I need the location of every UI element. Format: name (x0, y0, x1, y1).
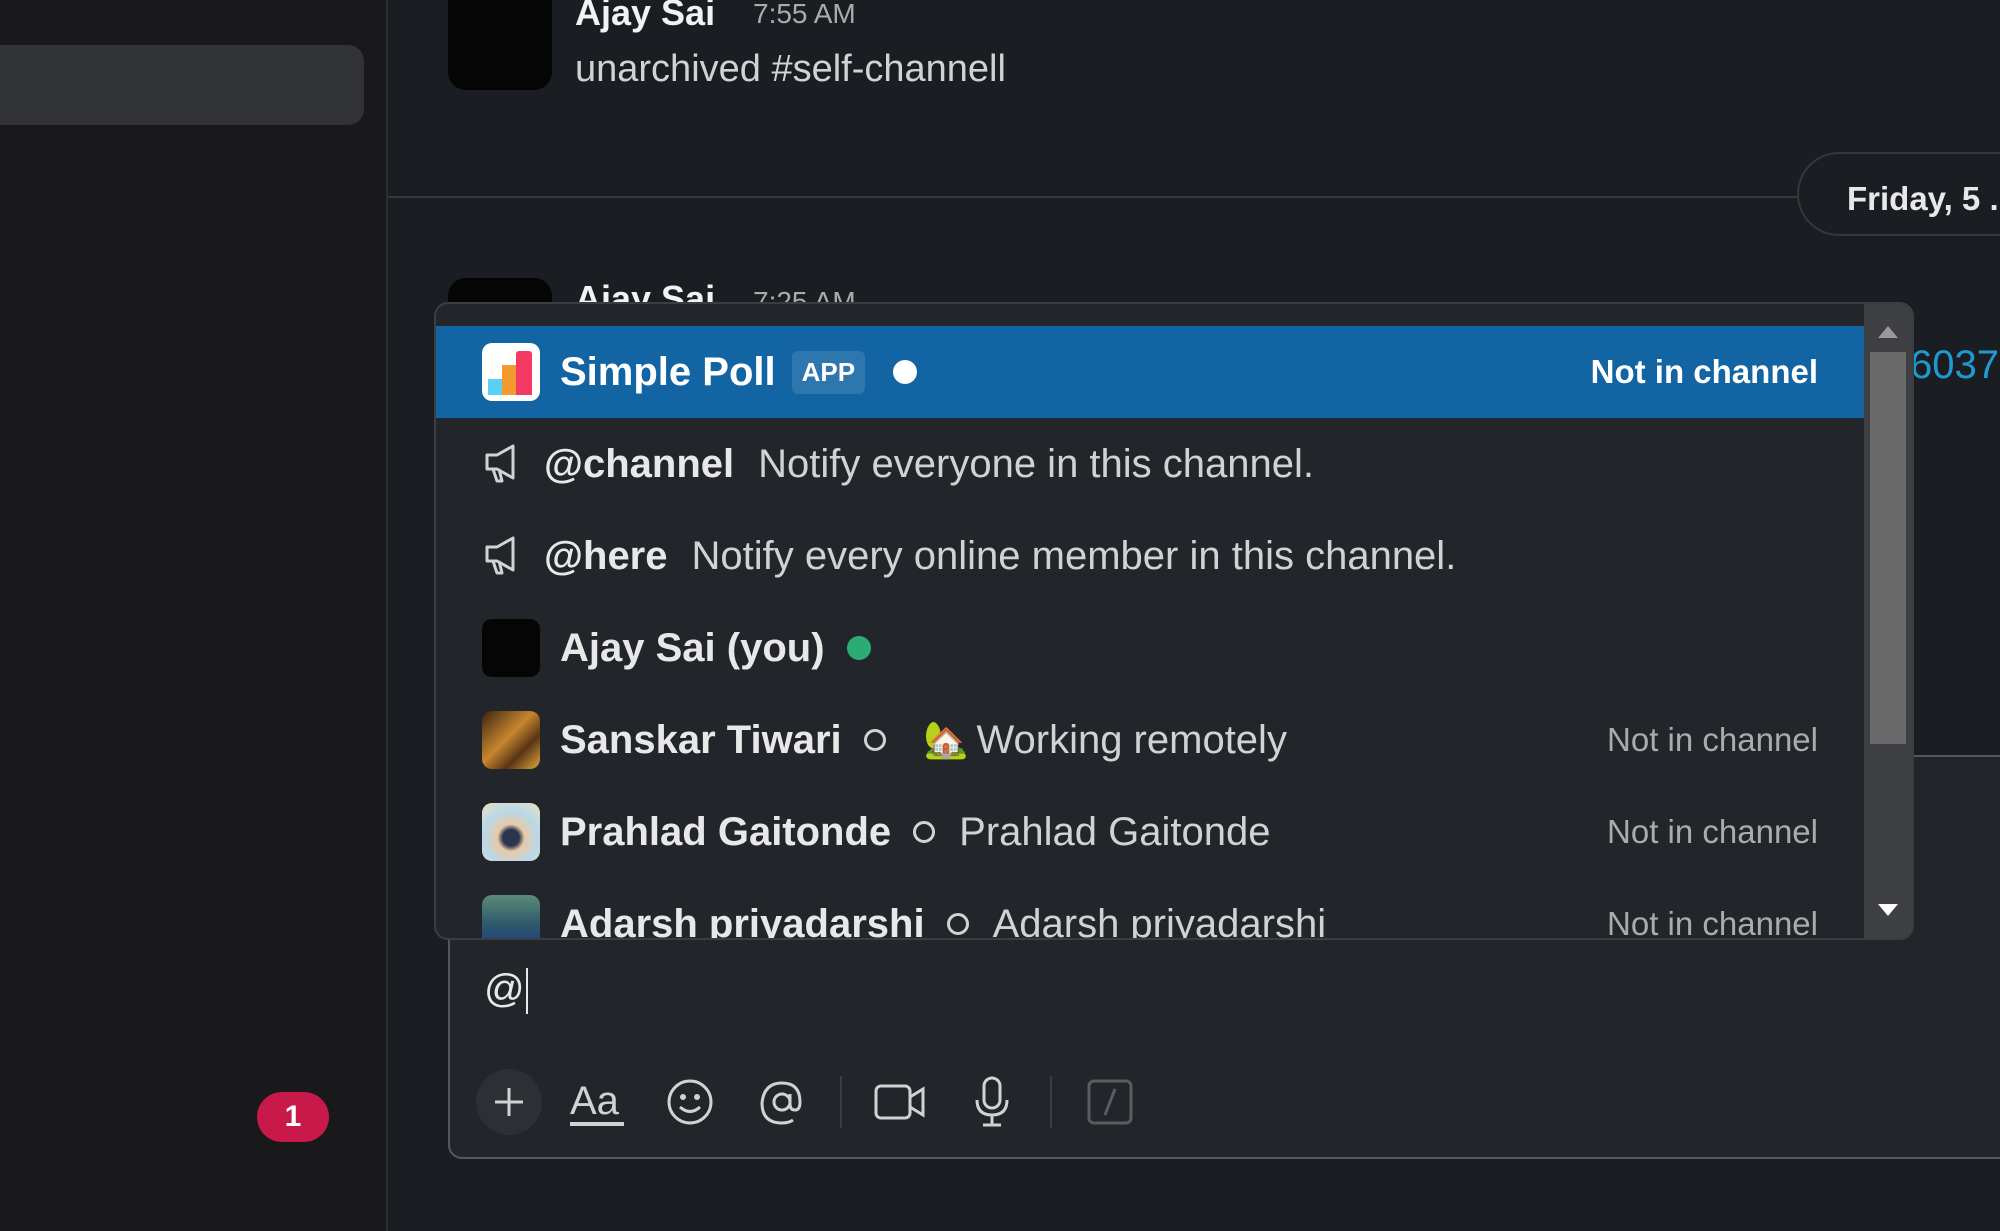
mention-name: Ajay Sai (you) (560, 625, 825, 670)
mention-name: Prahlad Gaitonde (560, 809, 892, 854)
mention-name: Simple Poll (560, 349, 776, 394)
message-author[interactable]: Ajay Sai (575, 0, 715, 34)
megaphone-icon (480, 440, 528, 488)
plus-icon (495, 1088, 523, 1116)
house-emoji-icon: 🏡 (923, 719, 969, 760)
toolbar-divider (1050, 1076, 1052, 1128)
video-clip-button[interactable] (864, 1066, 936, 1138)
simple-poll-logo (482, 343, 540, 401)
day-divider-label[interactable]: Friday, 5 ... (1797, 152, 2000, 236)
text-caret (525, 968, 528, 1015)
mention-list: Simple Poll APP Not in channel @channel … (436, 326, 1864, 940)
avatar (482, 711, 540, 769)
scrollbar-thumb[interactable] (1870, 352, 1906, 744)
message-link[interactable]: 6037 (1910, 343, 1999, 388)
message-input[interactable]: @ (484, 967, 528, 1015)
mention-name: Sanskar Tiwari (560, 717, 842, 762)
text-format-icon: Aa (570, 1079, 624, 1126)
shortcuts-button[interactable] (1074, 1066, 1146, 1138)
mention-description: Notify every online member in this chann… (691, 533, 1457, 578)
audio-clip-button[interactable] (956, 1066, 1028, 1138)
mention-item-simple-poll[interactable]: Simple Poll APP Not in channel (436, 326, 1864, 418)
avatar[interactable] (448, 0, 552, 90)
presence-away-icon (863, 729, 886, 751)
mention-description: Prahlad Gaitonde (959, 809, 1271, 854)
presence-online-icon (846, 636, 871, 660)
mention-name: @channel (544, 441, 735, 486)
avatar (482, 619, 540, 677)
sidebar-active-item[interactable] (0, 45, 364, 125)
scroll-up-arrow-icon[interactable] (1878, 326, 1898, 338)
mention-name: @here (544, 533, 668, 578)
svg-text:Aa: Aa (570, 1079, 620, 1123)
mention-description: Notify everyone in this channel. (758, 441, 1315, 486)
composer-toolbar: Aa (476, 1067, 1166, 1137)
avatar (482, 895, 540, 938)
mention-item-adarsh-priyadarshi[interactable]: Adarsh priyadarshi Adarsh priyadarshi No… (436, 878, 1864, 940)
microphone-icon (975, 1076, 1009, 1127)
mention-item-ajay-sai[interactable]: Ajay Sai (you) (436, 602, 1864, 694)
mention-autocomplete-menu: Simple Poll APP Not in channel @channel … (434, 302, 1914, 940)
sidebar: 1 (0, 0, 388, 1231)
video-icon (874, 1084, 925, 1120)
avatar (482, 803, 540, 861)
mention-description: Adarsh priyadarshi (992, 901, 1327, 940)
presence-away-icon (913, 821, 936, 843)
formatting-button[interactable]: Aa (562, 1066, 634, 1138)
message-input-value: @ (484, 967, 525, 1011)
mention-item-channel[interactable]: @channel Notify everyone in this channel… (436, 418, 1864, 510)
day-divider (388, 196, 2000, 198)
presence-active-icon (893, 360, 918, 384)
emoji-button[interactable] (654, 1066, 726, 1138)
at-sign-icon (760, 1081, 802, 1125)
membership-status: Not in channel (1607, 813, 1818, 850)
presence-away-icon (946, 913, 969, 935)
attach-button[interactable] (476, 1069, 542, 1135)
mention-item-prahlad-gaitonde[interactable]: Prahlad Gaitonde Prahlad Gaitonde Not in… (436, 786, 1864, 878)
mention-item-here[interactable]: @here Notify every online member in this… (436, 510, 1864, 602)
membership-status: Not in channel (1590, 353, 1818, 390)
mention-item-sanskar-tiwari[interactable]: Sanskar Tiwari 🏡 Working remotely Not in… (436, 694, 1864, 786)
membership-status: Not in channel (1607, 721, 1818, 758)
slash-icon (1087, 1079, 1133, 1125)
mention-button[interactable] (746, 1066, 818, 1138)
megaphone-icon (480, 532, 528, 580)
mention-description: Working remotely (976, 717, 1287, 762)
message-text: unarchived #self-channell (575, 48, 1006, 90)
app-tag: APP (791, 350, 866, 394)
mention-name: Adarsh priyadarshi (560, 901, 925, 940)
scroll-down-arrow-icon[interactable] (1878, 904, 1898, 916)
membership-status: Not in channel (1607, 905, 1818, 940)
unread-badge[interactable]: 1 (257, 1092, 329, 1142)
emoji-icon (667, 1079, 713, 1125)
menu-scrollbar[interactable] (1864, 304, 1912, 938)
message-timestamp[interactable]: 7:55 AM (753, 0, 856, 30)
toolbar-divider (840, 1076, 842, 1128)
